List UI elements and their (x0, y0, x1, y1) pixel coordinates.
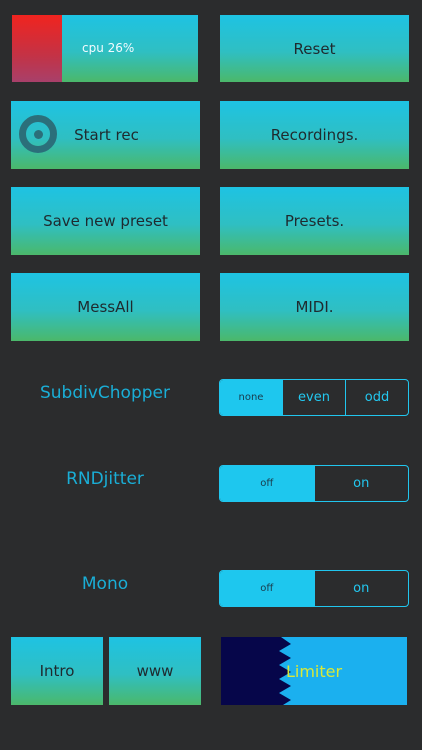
reset-label: Reset (293, 39, 336, 58)
reset-button[interactable]: Reset (220, 15, 409, 82)
mono-toggle: off on (219, 570, 409, 607)
start-rec-button[interactable]: Start rec (11, 101, 200, 169)
midi-button[interactable]: MIDI. (220, 273, 409, 341)
messall-label: MessAll (77, 298, 134, 316)
midi-label: MIDI. (295, 298, 334, 316)
limiter-label: Limiter (285, 661, 343, 681)
start-rec-label: Start rec (74, 126, 139, 144)
intro-button[interactable]: Intro (11, 637, 103, 705)
www-label: www (136, 662, 174, 680)
presets-label: Presets. (284, 212, 345, 230)
record-icon (19, 115, 57, 153)
mono-label: Mono (81, 574, 129, 594)
recordings-label: Recordings. (270, 126, 359, 144)
save-new-preset-button[interactable]: Save new preset (11, 187, 200, 255)
recordings-button[interactable]: Recordings. (220, 101, 409, 169)
rnd-jitter-label: RNDjitter (66, 469, 144, 489)
cpu-level-bar (12, 15, 62, 82)
subdiv-option-none[interactable]: none (220, 380, 282, 415)
limiter-control[interactable]: Limiter (221, 637, 407, 705)
rnd-jitter-option-off[interactable]: off (220, 466, 314, 501)
intro-label: Intro (39, 662, 75, 680)
presets-button[interactable]: Presets. (220, 187, 409, 255)
subdiv-chopper-label: SubdivChopper (39, 383, 170, 403)
subdiv-option-even[interactable]: even (282, 380, 345, 415)
subdiv-option-odd[interactable]: odd (345, 380, 408, 415)
cpu-label: cpu 26% (82, 41, 135, 55)
mono-option-off[interactable]: off (220, 571, 314, 606)
cpu-meter: cpu 26% (12, 15, 198, 82)
subdiv-chopper-selector: none even odd (219, 379, 409, 416)
save-new-preset-label: Save new preset (43, 212, 168, 230)
messall-button[interactable]: MessAll (11, 273, 200, 341)
rnd-jitter-toggle: off on (219, 465, 409, 502)
www-button[interactable]: www (109, 637, 201, 705)
rnd-jitter-option-on[interactable]: on (313, 466, 409, 501)
mono-option-on[interactable]: on (313, 571, 409, 606)
